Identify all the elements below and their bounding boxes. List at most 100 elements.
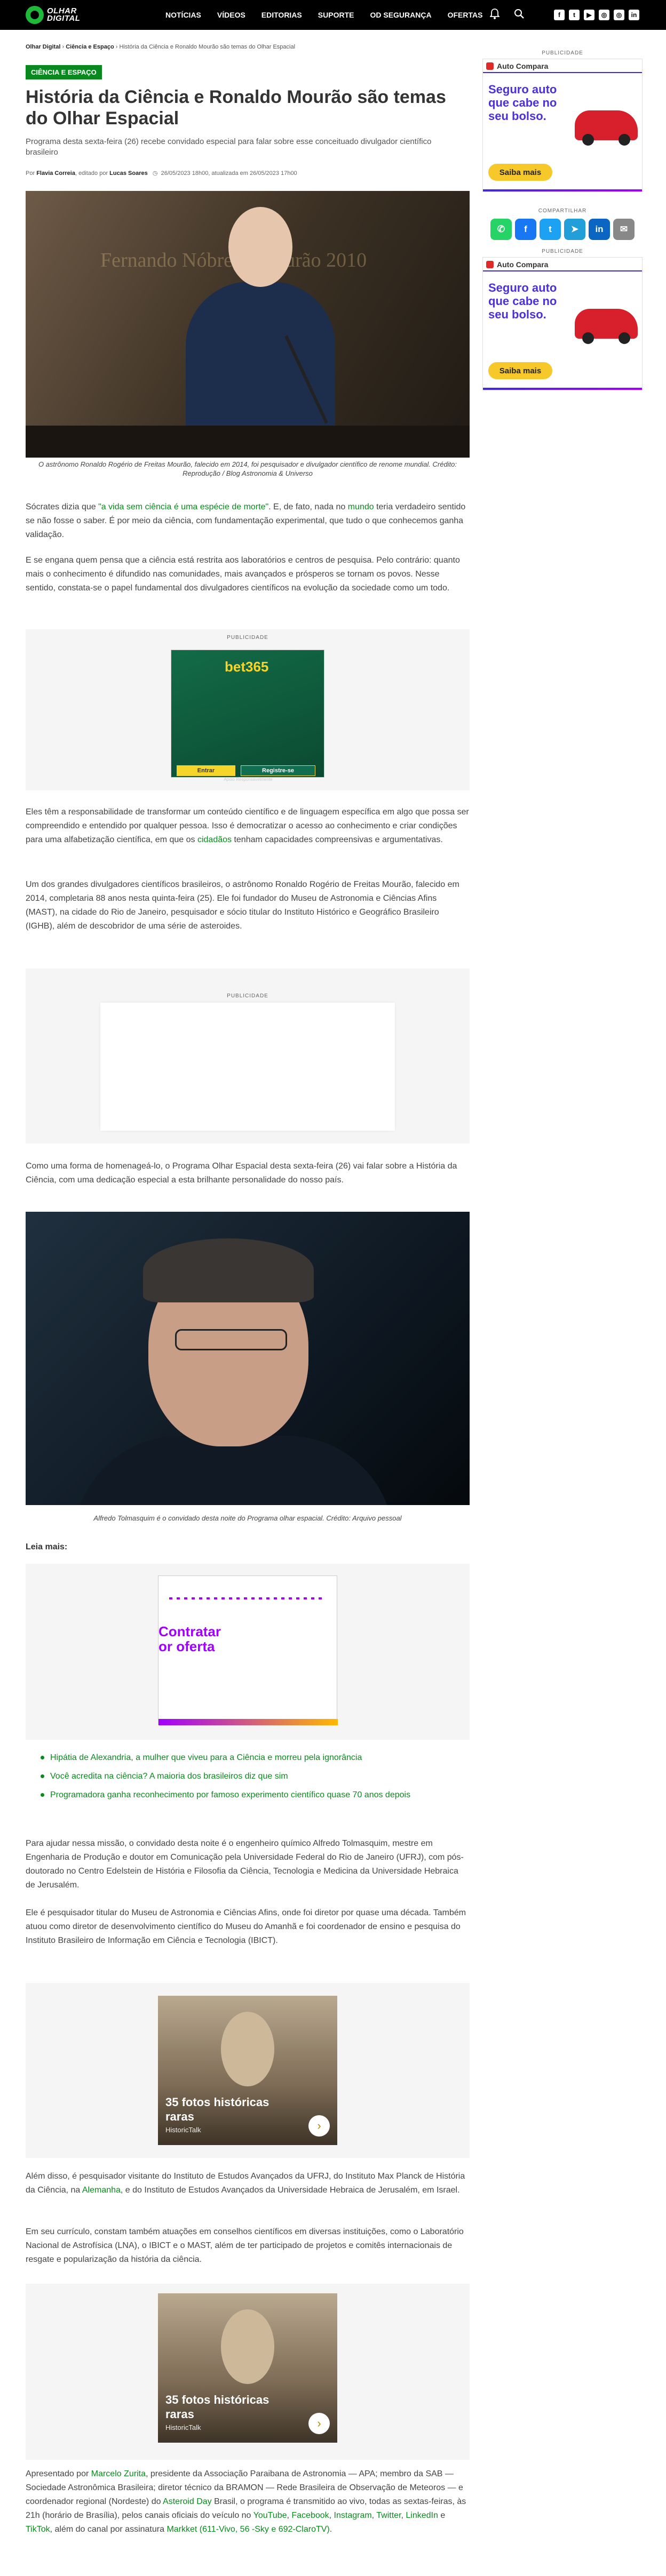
search-icon[interactable]: [513, 9, 526, 22]
saiba-mais-button[interactable]: Saiba mais: [488, 362, 552, 379]
facebook-icon[interactable]: f: [515, 219, 536, 240]
paragraph-3: Eles têm a responsabilidade de transform…: [26, 805, 470, 847]
facebook-link[interactable]: Facebook: [291, 2511, 329, 2520]
bet365-logo: bet365: [225, 659, 269, 675]
breadcrumb-home[interactable]: Olhar Digital: [26, 44, 60, 50]
historic-ad-source: HistoricTalk: [165, 2126, 201, 2134]
instagram-link[interactable]: Instagram: [334, 2511, 372, 2520]
ad-progress-dots: [169, 1597, 324, 1599]
contratar-text: Contratar or oferta: [158, 1623, 221, 1654]
breadcrumb-separator: ›: [114, 44, 120, 50]
sidebar-ad-label: PUBLICIDADE: [542, 249, 583, 254]
tiktok-icon[interactable]: ◎: [614, 10, 624, 20]
sidebar-ad-label: PUBLICIDADE: [542, 50, 583, 56]
related-links: Hipátia de Alexandria, a mulher que vive…: [41, 1751, 457, 1807]
arrow-right-icon[interactable]: ›: [308, 2115, 330, 2137]
markket-link[interactable]: Markket (611-Vivo, 56 -Sky e 692-ClaroTV…: [166, 2525, 329, 2534]
saiba-mais-button[interactable]: Saiba mais: [488, 164, 552, 181]
twitter-icon[interactable]: t: [540, 219, 561, 240]
paragraph-text: Apresentado por: [26, 2469, 91, 2478]
guest-hair: [143, 1238, 314, 1302]
historic-photos-ad[interactable]: 35 fotos históricas raras HistoricTalk ›: [158, 1996, 337, 2145]
paragraph-text: ,: [329, 2511, 334, 2520]
hero-person-head: [228, 207, 292, 287]
ad-footer-stripe: [158, 1719, 338, 1725]
guest-photo: [26, 1212, 470, 1505]
historic-ad-title: 35 fotos históricas raras: [165, 2095, 269, 2123]
twitter-link[interactable]: Twitter: [376, 2511, 401, 2520]
share-label: COMPARTILHAR: [538, 208, 587, 214]
auto-compara-ad[interactable]: Auto Compara Seguro auto que cabe no seu…: [482, 257, 643, 390]
article-subtitle: Programa desta sexta-feira (26) recebe c…: [26, 137, 432, 157]
paragraph-text: .: [329, 2525, 332, 2534]
article-byline: Por Flavia Correia, editado por Lucas So…: [26, 170, 297, 177]
nav-item-editorias[interactable]: EDITORIAS: [261, 11, 302, 19]
breadcrumb: Olhar Digital › Ciência e Espaço › Histó…: [26, 44, 295, 50]
paragraph-2: E se engana quem pensa que a ciência est…: [26, 556, 460, 593]
ad-slot-2: PUBLICIDADE: [26, 969, 470, 1143]
marcelo-zurita-link[interactable]: Marcelo Zurita: [91, 2469, 146, 2478]
auto-ad-stripe: [483, 388, 642, 390]
youtube-link[interactable]: YouTube: [253, 2511, 287, 2520]
hero-caption: O astrônomo Ronaldo Rogério de Freitas M…: [38, 460, 457, 477]
paragraph-9: Em seu currículo, constam também atuaçõe…: [26, 2227, 464, 2264]
bet-register-button[interactable]: Registre-se: [241, 765, 315, 776]
mundo-link[interactable]: mundo: [348, 502, 374, 511]
related-link-2[interactable]: Você acredita na ciência? A maioria dos …: [41, 1770, 457, 1782]
empty-ad-creative[interactable]: [100, 1003, 395, 1131]
linkedin-link[interactable]: LinkedIn: [406, 2511, 438, 2520]
editor-link[interactable]: Lucas Soares: [109, 170, 148, 177]
breadcrumb-section[interactable]: Ciência e Espaço: [66, 44, 114, 50]
paragraph-text: e: [438, 2511, 446, 2520]
ad-slot-5: 35 fotos históricas raras HistoricTalk ›: [26, 2284, 470, 2460]
related-link-3[interactable]: Programadora ganha reconhecimento por fa…: [41, 1789, 457, 1801]
linkedin-icon[interactable]: in: [629, 10, 639, 20]
paragraph-text: , e do Instituto de Estudos Avançados da…: [120, 2186, 460, 2195]
email-icon[interactable]: ✉: [613, 219, 635, 240]
ad-slot-4: 35 fotos históricas raras HistoricTalk ›: [26, 1983, 470, 2158]
arrow-right-icon[interactable]: ›: [308, 2413, 330, 2434]
instagram-icon[interactable]: ◎: [599, 10, 609, 20]
telegram-icon[interactable]: ➤: [564, 219, 585, 240]
bet-enter-button[interactable]: Entrar: [177, 765, 235, 776]
author-link[interactable]: Flavia Correia: [36, 170, 75, 177]
linkedin-icon[interactable]: in: [589, 219, 610, 240]
whatsapp-icon[interactable]: ✆: [490, 219, 512, 240]
nav-item-od-seguranca[interactable]: OD SEGURANÇA: [370, 11, 431, 19]
paragraph-8: Além disso, é pesquisador visitante do I…: [26, 2170, 470, 2197]
nav-item-ofertas[interactable]: OFERTAS: [448, 11, 483, 19]
header-icons: [488, 9, 526, 22]
auto-compara-ad[interactable]: Auto Compara Seguro auto que cabe no seu…: [482, 59, 643, 192]
twitter-icon[interactable]: t: [569, 10, 580, 20]
historic-photos-ad[interactable]: 35 fotos históricas raras HistoricTalk ›: [158, 2293, 337, 2443]
nav-item-noticias[interactable]: NOTÍCIAS: [165, 11, 201, 19]
related-link-1[interactable]: Hipátia de Alexandria, a mulher que vive…: [41, 1751, 457, 1764]
nav-item-suporte[interactable]: SUPORTE: [318, 11, 354, 19]
category-badge[interactable]: Ciência e Espaço: [26, 65, 102, 79]
ad-label: PUBLICIDADE: [227, 635, 268, 641]
tiktok-link[interactable]: TikTok: [26, 2525, 50, 2534]
paragraph-text: tenham capacidades compreensivas e argum…: [232, 835, 443, 844]
facebook-icon[interactable]: f: [554, 10, 565, 20]
nav-item-videos[interactable]: VÍDEOS: [217, 11, 245, 19]
bell-icon[interactable]: [488, 9, 501, 22]
alemanha-link[interactable]: Alemanha: [82, 2186, 121, 2195]
contratar-ad[interactable]: Contratar or oferta: [158, 1575, 338, 1725]
bet-footer: Apoio Responsavelmente: [224, 777, 273, 782]
historic-ad-title: 35 fotos históricas raras: [165, 2393, 269, 2421]
bet365-ad[interactable]: bet365 Entrar Registre-se Apoio Responsa…: [171, 650, 324, 782]
quote-link[interactable]: "a vida sem ciência é uma espécie de mor…: [98, 502, 268, 511]
site-logo[interactable]: OLHAR DIGITAL: [26, 4, 80, 26]
auto-ad-text: Seguro auto que cabe no seu bolso.: [488, 83, 557, 123]
share-buttons: ✆ f t ➤ in ✉: [482, 219, 643, 240]
auto-compara-brand: Auto Compara: [497, 260, 549, 269]
auto-ad-text: Seguro auto que cabe no seu bolso.: [488, 281, 557, 321]
historic-ad-source: HistoricTalk: [165, 2423, 201, 2431]
asteroid-day-link[interactable]: Asteroid Day: [163, 2497, 212, 2506]
byline-prefix: Por: [26, 170, 37, 177]
cidadaos-link[interactable]: cidadãos: [197, 835, 232, 844]
youtube-icon[interactable]: ▶: [584, 10, 594, 20]
breadcrumb-separator: ›: [60, 44, 66, 50]
guest-caption: Alfredo Tolmasquim é o convidado desta n…: [93, 1514, 402, 1522]
hero-image: Fernando Nóbrega Mourão 2010: [26, 191, 470, 458]
